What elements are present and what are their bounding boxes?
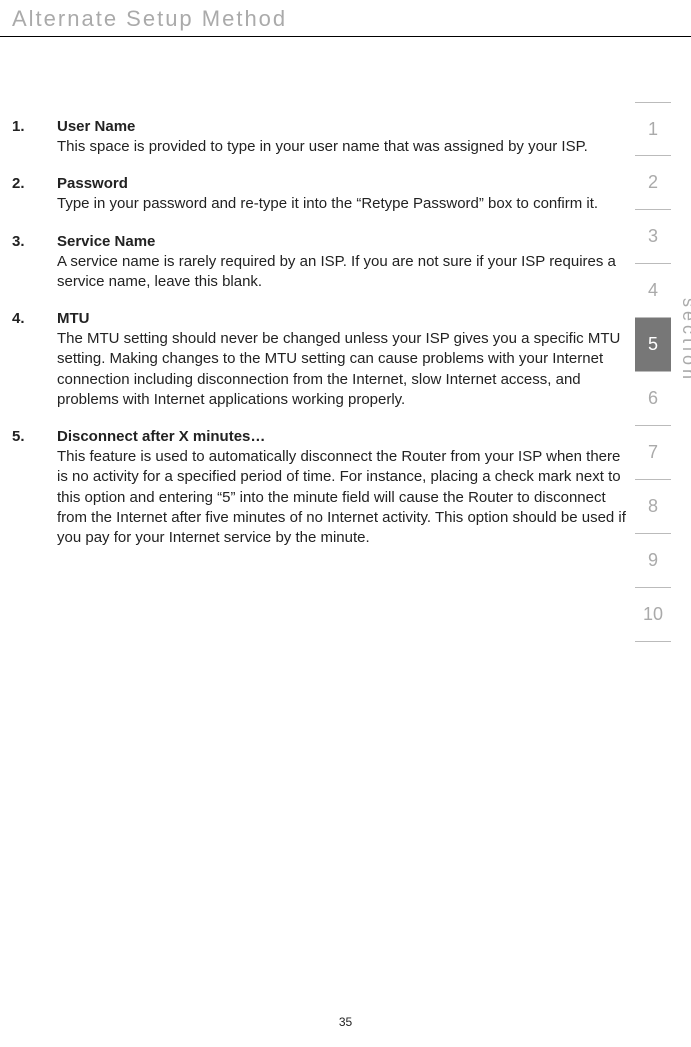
section-tab-1[interactable]: 1 [635, 102, 671, 156]
item-number: 4. [12, 310, 57, 410]
item-title: MTU [57, 310, 632, 327]
page-number: 35 [0, 1015, 691, 1029]
section-tab-2[interactable]: 2 [635, 156, 671, 210]
item-text: A service name is rarely required by an … [57, 252, 632, 293]
item-text: This feature is used to automatically di… [57, 447, 632, 548]
section-label: section [678, 298, 691, 383]
section-tab-6[interactable]: 6 [635, 372, 671, 426]
header-divider [0, 36, 691, 37]
page-header-title: Alternate Setup Method [12, 6, 287, 32]
item-title: Password [57, 175, 632, 192]
item-number: 3. [12, 233, 57, 293]
section-tab-8[interactable]: 8 [635, 480, 671, 534]
item-text: Type in your password and re-type it int… [57, 194, 632, 214]
section-tab-7[interactable]: 7 [635, 426, 671, 480]
section-tabs: 1 2 3 4 5 6 7 8 9 10 [635, 102, 671, 642]
item-title: Service Name [57, 233, 632, 250]
list-item: 4. MTU The MTU setting should never be c… [12, 310, 632, 410]
item-title: Disconnect after X minutes… [57, 428, 632, 445]
section-tab-9[interactable]: 9 [635, 534, 671, 588]
list-item: 1. User Name This space is provided to t… [12, 118, 632, 157]
list-item: 2. Password Type in your password and re… [12, 175, 632, 214]
item-text: This space is provided to type in your u… [57, 137, 632, 157]
item-text: The MTU setting should never be changed … [57, 329, 632, 410]
section-tab-4[interactable]: 4 [635, 264, 671, 318]
section-tab-10[interactable]: 10 [635, 588, 671, 642]
list-item: 5. Disconnect after X minutes… This feat… [12, 428, 632, 548]
section-tab-5[interactable]: 5 [635, 318, 671, 372]
section-tab-3[interactable]: 3 [635, 210, 671, 264]
content-list: 1. User Name This space is provided to t… [12, 118, 632, 566]
item-number: 5. [12, 428, 57, 548]
list-item: 3. Service Name A service name is rarely… [12, 233, 632, 293]
item-number: 1. [12, 118, 57, 157]
item-title: User Name [57, 118, 632, 135]
item-number: 2. [12, 175, 57, 214]
